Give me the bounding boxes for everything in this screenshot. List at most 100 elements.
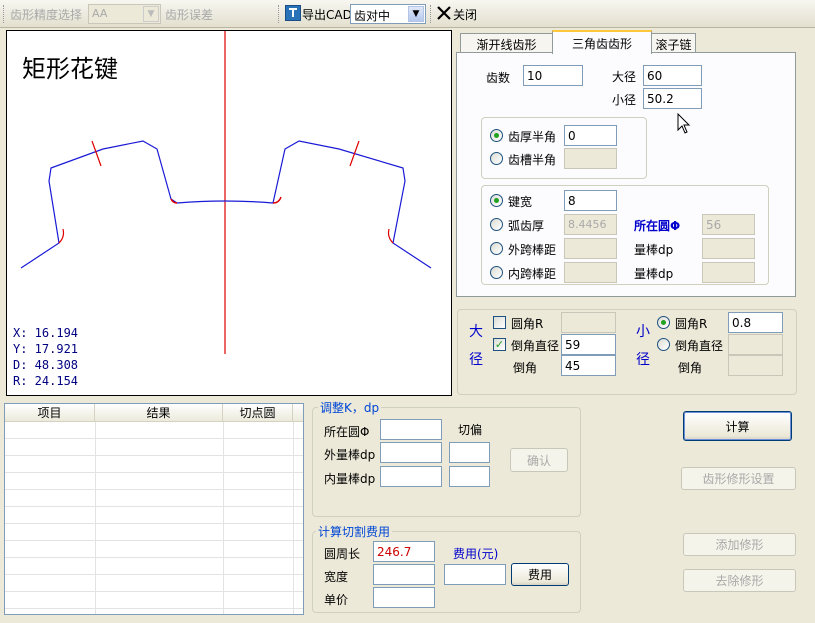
big-dia-vertical-label: 大径 bbox=[469, 324, 483, 368]
big-chamfer-dia-checkbox[interactable]: ✓ bbox=[493, 338, 506, 351]
inner-span-radio[interactable] bbox=[490, 266, 503, 279]
close-button[interactable]: 关闭 bbox=[453, 6, 477, 23]
fee-label: 费用(元) bbox=[453, 547, 499, 561]
inner-span-label: 内跨棒距 bbox=[508, 267, 557, 281]
adjust-outer-bar-input[interactable] bbox=[380, 442, 442, 463]
inner-span-input[interactable] bbox=[564, 262, 617, 283]
unit-price-label: 单价 bbox=[324, 593, 349, 607]
outer-span-radio[interactable] bbox=[490, 242, 503, 255]
tab-triangle[interactable]: 三角齿齿形 bbox=[552, 30, 652, 54]
bar-dp-label-2: 量棒dp bbox=[634, 267, 674, 281]
big-fillet-checkbox[interactable] bbox=[493, 316, 506, 329]
small-chamfer-input[interactable] bbox=[728, 355, 783, 376]
precision-select[interactable]: AA ▼ bbox=[88, 4, 161, 24]
major-dia-label: 大径 bbox=[612, 70, 637, 84]
slot-half-input[interactable] bbox=[564, 148, 617, 169]
adjust-location-label: 所在圆Φ bbox=[324, 425, 370, 439]
arc-thick-radio[interactable] bbox=[490, 218, 503, 231]
small-fillet-input[interactable] bbox=[728, 312, 783, 333]
bar-dp-input-1[interactable] bbox=[702, 238, 755, 259]
bar-dp-label-1: 量棒dp bbox=[634, 243, 674, 257]
adjust-group-title: 调整K，dp bbox=[318, 399, 382, 416]
small-fillet-radio[interactable] bbox=[657, 316, 670, 329]
toolbar-grip[interactable] bbox=[3, 5, 6, 23]
align-select[interactable]: 齿对中 ▼ bbox=[350, 4, 426, 24]
small-chamfer-dia-input[interactable] bbox=[728, 334, 783, 355]
readout-d: D: 48.308 bbox=[13, 358, 79, 372]
small-chamfer-dia-label: 倒角直径 bbox=[675, 339, 724, 353]
slot-half-label: 齿槽半角 bbox=[508, 153, 557, 167]
big-chamfer-dia-input[interactable] bbox=[561, 334, 616, 355]
cost-group-title: 计算切割费用 bbox=[316, 523, 393, 540]
results-grid-lines bbox=[5, 422, 303, 614]
key-width-label: 键宽 bbox=[508, 195, 533, 209]
width-input[interactable] bbox=[373, 564, 435, 585]
big-chamfer-input[interactable] bbox=[561, 355, 616, 376]
outer-span-input[interactable] bbox=[564, 238, 617, 259]
calculate-button[interactable]: 计算 bbox=[683, 411, 792, 441]
small-dia-vertical-label: 小径 bbox=[636, 324, 650, 368]
fee-input[interactable] bbox=[444, 564, 506, 585]
adjust-location-input[interactable] bbox=[380, 419, 442, 440]
key-width-radio[interactable] bbox=[490, 194, 503, 207]
location-input[interactable] bbox=[702, 214, 755, 235]
remove-modification-button[interactable]: 去除修形 bbox=[683, 569, 796, 592]
width-label: 宽度 bbox=[324, 570, 349, 584]
unit-price-input[interactable] bbox=[373, 587, 435, 608]
confirm-button[interactable]: 确认 bbox=[510, 448, 568, 472]
small-chamfer-label: 倒角 bbox=[678, 361, 703, 375]
small-fillet-label: 圆角R bbox=[675, 317, 708, 331]
minor-dia-input[interactable] bbox=[643, 88, 702, 109]
tooth-count-label: 齿数 bbox=[486, 71, 511, 85]
export-cad-icon[interactable] bbox=[285, 5, 301, 21]
drawing-canvas[interactable]: 矩形花键 X: 16.194 Y: 17.921 D: 48.308 R: 24… bbox=[6, 30, 452, 396]
minor-dia-label: 小径 bbox=[612, 93, 637, 107]
add-modification-button[interactable]: 添加修形 bbox=[683, 533, 796, 556]
fee-button[interactable]: 费用 bbox=[511, 563, 569, 586]
modify-settings-button[interactable]: 齿形修形设置 bbox=[681, 467, 796, 490]
key-width-input[interactable] bbox=[564, 190, 617, 211]
small-chamfer-dia-radio[interactable] bbox=[657, 338, 670, 351]
readout-r: R: 24.154 bbox=[13, 374, 79, 388]
adjust-inner-bar-input[interactable] bbox=[380, 466, 442, 487]
circumference-input[interactable] bbox=[373, 541, 435, 562]
location-label: 所在圆Φ bbox=[634, 219, 681, 233]
adjust-outer-cut-input[interactable] bbox=[449, 442, 490, 463]
results-table[interactable]: 项目 结果 切点圆 bbox=[4, 403, 304, 615]
precision-select-value: AA bbox=[92, 7, 108, 20]
close-icon[interactable] bbox=[436, 5, 452, 24]
major-dia-input[interactable] bbox=[643, 65, 702, 86]
big-fillet-label: 圆角R bbox=[511, 317, 544, 331]
results-table-header: 项目 结果 切点圆 bbox=[5, 404, 303, 422]
outer-span-label: 外跨棒距 bbox=[508, 243, 557, 257]
coordinate-readout: X: 16.194 Y: 17.921 D: 48.308 R: 24.154 bbox=[13, 325, 78, 389]
export-cad-button[interactable]: 导出CAD bbox=[302, 6, 352, 23]
toolbar: 齿形精度选择 AA ▼ 齿形误差 导出CAD 齿对中 ▼ 关闭 bbox=[0, 0, 815, 28]
arc-thick-input[interactable] bbox=[564, 214, 617, 235]
readout-x: X: 16.194 bbox=[13, 326, 79, 340]
toolbar-grip-3 bbox=[430, 5, 433, 23]
col-tangent-circle[interactable]: 切点圆 bbox=[223, 404, 293, 421]
tooth-thick-half-input[interactable] bbox=[564, 125, 617, 146]
error-label: 齿形误差 bbox=[165, 8, 214, 22]
adjust-inner-bar-label: 内量棒dp bbox=[324, 472, 376, 486]
col-result[interactable]: 结果 bbox=[95, 404, 223, 421]
tooth-thick-half-radio[interactable] bbox=[490, 129, 503, 142]
big-fillet-input[interactable] bbox=[561, 312, 616, 333]
toolbar-grip-2 bbox=[278, 5, 281, 23]
circumference-label: 圆周长 bbox=[324, 547, 361, 561]
slot-half-radio[interactable] bbox=[490, 152, 503, 165]
chevron-down-icon: ▼ bbox=[408, 6, 424, 22]
col-item[interactable]: 项目 bbox=[5, 404, 95, 421]
precision-label: 齿形精度选择 bbox=[10, 8, 83, 22]
bar-dp-input-2[interactable] bbox=[702, 262, 755, 283]
readout-y: Y: 17.921 bbox=[13, 342, 79, 356]
align-select-value: 齿对中 bbox=[354, 9, 391, 23]
adjust-cut-label: 切偏 bbox=[458, 423, 483, 437]
mouse-cursor-icon bbox=[677, 113, 691, 134]
tooth-count-input[interactable] bbox=[523, 65, 583, 86]
arc-thick-label: 弧齿厚 bbox=[508, 219, 545, 233]
chevron-down-icon: ▼ bbox=[143, 6, 159, 22]
adjust-inner-cut-input[interactable] bbox=[449, 466, 490, 487]
tab-panel: 齿数 大径 小径 齿厚半角 齿槽半角 键宽 弧齿厚 所在圆Φ 外跨棒距 量棒dp… bbox=[456, 52, 796, 297]
